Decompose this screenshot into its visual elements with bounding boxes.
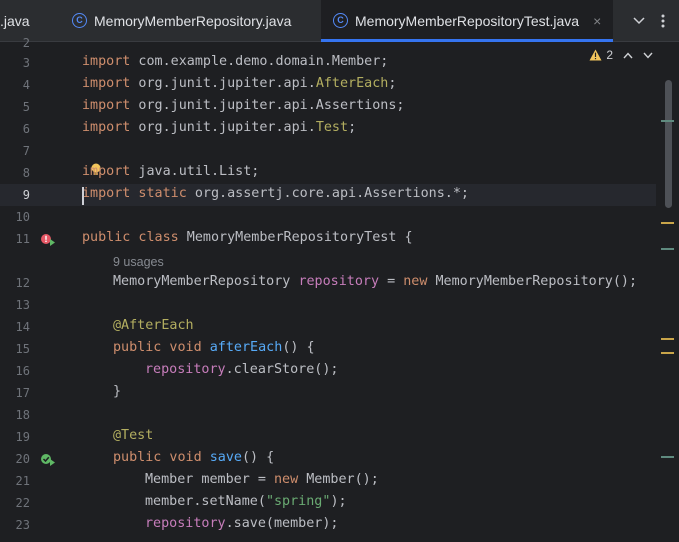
code-editor[interactable]: 2 2 3 4 5 6 7 8 9 10 11 12 13 14 15 16 1… bbox=[0, 36, 679, 542]
warning-indicator[interactable]: 2 bbox=[589, 48, 613, 62]
code-line-11: public class MemoryMemberRepositoryTest … bbox=[82, 230, 413, 245]
line-number-current: 9 bbox=[22, 188, 30, 202]
line-number: 6 bbox=[22, 122, 30, 136]
line-number: 4 bbox=[22, 78, 30, 92]
code-line-21: Member member = new Member(); bbox=[145, 472, 379, 487]
line-number: 13 bbox=[15, 298, 30, 312]
line-number: 14 bbox=[15, 320, 30, 334]
code-line-15: public void afterEach() { bbox=[113, 340, 315, 355]
line-number: 7 bbox=[22, 144, 30, 158]
vertical-scrollbar[interactable] bbox=[665, 80, 672, 208]
ide-window: .java C MemoryMemberRepository.java C Me… bbox=[0, 0, 679, 542]
tab-memory-member-repository-test[interactable]: C MemoryMemberRepositoryTest.java × bbox=[321, 0, 614, 42]
code-line-9: import static org.assertj.core.api.Asser… bbox=[82, 186, 469, 201]
editor-tab-bar: .java C MemoryMemberRepository.java C Me… bbox=[0, 0, 679, 42]
code-line-23: repository.save(member); bbox=[145, 516, 339, 531]
close-icon[interactable]: × bbox=[593, 13, 601, 29]
tab-memory-member-repository[interactable]: C MemoryMemberRepository.java bbox=[72, 0, 291, 41]
text-caret bbox=[82, 187, 84, 205]
class-icon: C bbox=[72, 13, 87, 28]
warning-stripe-mark[interactable] bbox=[661, 222, 674, 224]
run-test-passed-icon[interactable] bbox=[40, 452, 56, 466]
code-line-4: import org.junit.jupiter.api.AfterEach; bbox=[82, 76, 397, 91]
tab-label: MemoryMemberRepositoryTest.java bbox=[355, 12, 580, 29]
code-line-22: member.setName("spring"); bbox=[145, 494, 347, 509]
class-icon: C bbox=[333, 13, 348, 28]
line-number: 16 bbox=[15, 364, 30, 378]
line-number: 23 bbox=[15, 518, 30, 532]
tab-label: .java bbox=[0, 12, 30, 29]
code-line-19: @Test bbox=[113, 428, 154, 443]
error-stripe-mark[interactable] bbox=[661, 120, 674, 122]
line-number: 2 bbox=[22, 36, 30, 50]
error-stripe-mark[interactable] bbox=[661, 456, 674, 458]
usages-hint[interactable]: 9 usages bbox=[113, 255, 164, 269]
warning-stripe-mark[interactable] bbox=[661, 338, 674, 340]
inspection-widget[interactable]: 2 bbox=[589, 48, 653, 62]
code-line-17: } bbox=[113, 384, 122, 399]
run-test-class-icon[interactable] bbox=[40, 232, 56, 246]
line-number: 18 bbox=[15, 408, 30, 422]
code-line-14: @AfterEach bbox=[113, 318, 194, 333]
line-number: 21 bbox=[15, 474, 30, 488]
code-line-12: MemoryMemberRepository repository = new … bbox=[113, 274, 638, 289]
line-number: 22 bbox=[15, 496, 30, 510]
previous-highlight-icon[interactable] bbox=[623, 48, 633, 62]
code-line-6: import org.junit.jupiter.api.Test; bbox=[82, 120, 357, 135]
error-stripe-mark[interactable] bbox=[661, 248, 674, 250]
code-line-3: import com.example.demo.domain.Member; bbox=[82, 54, 389, 69]
code-line-16: repository.clearStore(); bbox=[145, 362, 339, 377]
code-line-20: public void save() { bbox=[113, 450, 275, 465]
tab-label: MemoryMemberRepository.java bbox=[94, 12, 292, 29]
code-line-5: import org.junit.jupiter.api.Assertions; bbox=[82, 98, 405, 113]
line-number: 3 bbox=[22, 56, 30, 70]
chevron-down-icon[interactable] bbox=[633, 16, 645, 25]
line-number: 11 bbox=[15, 232, 30, 246]
line-number: 17 bbox=[15, 386, 30, 400]
line-number: 10 bbox=[15, 210, 30, 224]
warning-icon bbox=[589, 49, 602, 61]
warning-count: 2 bbox=[606, 48, 613, 62]
next-highlight-icon[interactable] bbox=[643, 48, 653, 62]
line-number: 19 bbox=[15, 430, 30, 444]
line-number: 5 bbox=[22, 100, 30, 114]
line-number: 20 bbox=[15, 452, 30, 466]
warning-stripe-mark[interactable] bbox=[661, 352, 674, 354]
line-number: 12 bbox=[15, 276, 30, 290]
line-number: 15 bbox=[15, 342, 30, 356]
code-line-8: import java.util.List; bbox=[82, 164, 260, 179]
more-options-icon[interactable] bbox=[661, 14, 665, 28]
line-number: 8 bbox=[22, 166, 30, 180]
tab-java[interactable]: .java bbox=[0, 0, 30, 41]
